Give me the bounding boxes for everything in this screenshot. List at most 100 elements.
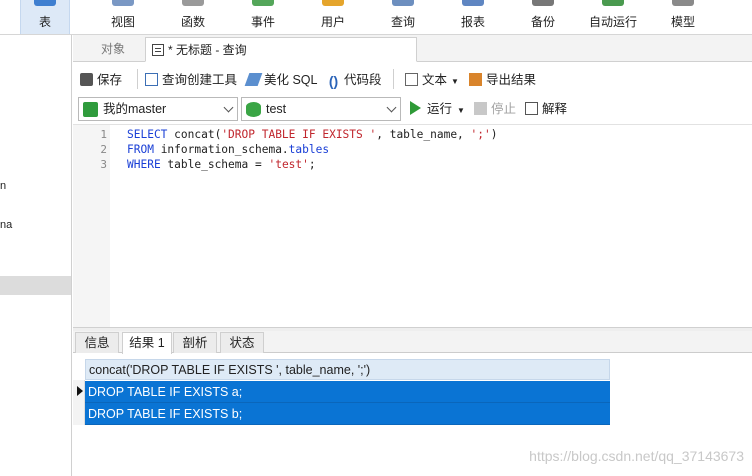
document-tabs: 对象 * 无标题 - 查询 (73, 35, 752, 62)
keyword: FROM (127, 143, 154, 156)
text-doc-icon (405, 73, 418, 86)
chevron-down-icon (386, 102, 397, 113)
tab-objects[interactable]: 对象 (83, 37, 143, 62)
model-icon (672, 0, 694, 6)
table-row[interactable]: DROP TABLE IF EXISTS b; (85, 403, 610, 425)
text-label: 文本 (422, 73, 448, 87)
current-row-arrow-icon (77, 386, 83, 396)
tab-query[interactable]: * 无标题 - 查询 (145, 37, 417, 62)
tree-item-fragment[interactable]: n (0, 180, 6, 192)
explain-icon (525, 102, 538, 115)
ribbon-model-button[interactable]: 模型 (658, 0, 708, 34)
code-text: concat( (167, 128, 222, 141)
run-button[interactable]: 运行 ▼ (410, 100, 465, 118)
code-text: information_schema. (153, 143, 289, 156)
backup-icon (532, 0, 554, 6)
table-row[interactable]: DROP TABLE IF EXISTS a; (85, 381, 610, 403)
table-icon (34, 0, 56, 6)
ribbon-toolbar: 表 视图 函数 事件 用户 查询 报表 备份 自动运行 模型 (0, 0, 752, 35)
user-icon (322, 0, 344, 6)
connection-bar: 我的master test 运行 ▼ 停止 解释 (73, 95, 752, 123)
snippet-label: 代码段 (344, 73, 382, 87)
code-line-3[interactable]: WHERE table_schema = 'test'; (127, 158, 316, 171)
ribbon-backup-button[interactable]: 备份 (518, 0, 568, 34)
connection-icon (83, 102, 98, 117)
server-value: 我的master (103, 102, 167, 116)
code-text: ; (308, 158, 316, 171)
keyword: WHERE (127, 158, 161, 171)
export-icon (469, 73, 482, 86)
automation-icon (602, 0, 624, 6)
tab-profile[interactable]: 剖析 (173, 332, 217, 353)
code-text: , table_name, (376, 128, 471, 141)
ribbon-function-button[interactable]: 函数 (168, 0, 218, 34)
code-line-1[interactable]: SELECT concat('DROP TABLE IF EXISTS ', t… (127, 128, 498, 141)
ribbon-table-button[interactable]: 表 (20, 0, 70, 34)
play-icon (410, 101, 421, 115)
query-builder-label: 查询创建工具 (162, 73, 238, 87)
tree-selected-item[interactable] (0, 276, 71, 295)
string-literal: 'DROP TABLE IF EXISTS ' (221, 128, 377, 141)
stop-label: 停止 (491, 102, 517, 116)
toolbar-divider (137, 69, 138, 89)
query-doc-icon (152, 44, 164, 56)
view-icon (112, 0, 134, 6)
function-icon (182, 0, 204, 6)
export-label: 导出结果 (486, 73, 537, 87)
keyword: SELECT (127, 128, 168, 141)
line-number: 3 (100, 158, 107, 171)
line-number-gutter: 1 2 3 (73, 125, 110, 328)
query-toolbar: 保存 查询创建工具 美化 SQL () 代码段 文本 ▼ 导出结果 (73, 63, 752, 95)
server-select[interactable]: 我的master (78, 97, 238, 121)
ribbon-user-button[interactable]: 用户 (308, 0, 358, 34)
object-tree-panel[interactable]: n na (0, 35, 72, 476)
beautify-icon (244, 73, 263, 86)
database-value: test (266, 102, 287, 116)
line-number: 1 (100, 128, 107, 141)
string-literal: 'test' (268, 158, 309, 171)
watermark: https://blog.csdn.net/qq_37143673 (529, 448, 744, 464)
keyword: tables (288, 143, 330, 156)
report-icon (462, 0, 484, 6)
sql-editor[interactable]: 1 2 3 SELECT concat('DROP TABLE IF EXIST… (73, 124, 752, 328)
toolbar-divider (393, 69, 394, 89)
beautify-label: 美化 SQL (264, 73, 318, 87)
explain-label: 解释 (542, 102, 568, 116)
code-line-2[interactable]: FROM information_schema.tables (127, 143, 329, 156)
save-icon (80, 73, 93, 86)
result-tabs: 信息 结果 1 剖析 状态 (73, 331, 752, 354)
explain-button[interactable]: 解释 (525, 100, 567, 118)
run-label: 运行 (427, 102, 453, 116)
event-icon (252, 0, 274, 6)
string-literal: ';' (470, 128, 491, 141)
ribbon-automation-button[interactable]: 自动运行 (583, 0, 643, 34)
save-label: 保存 (97, 73, 123, 87)
tab-info[interactable]: 信息 (75, 332, 119, 353)
ribbon-query-button[interactable]: 查询 (378, 0, 428, 34)
ribbon-event-button[interactable]: 事件 (238, 0, 288, 34)
beautify-sql-button[interactable]: 美化 SQL (244, 71, 318, 89)
line-number: 2 (100, 143, 107, 156)
ribbon-report-button[interactable]: 报表 (448, 0, 498, 34)
parentheses-icon: () (328, 73, 339, 89)
ribbon-view-button[interactable]: 视图 (98, 0, 148, 34)
column-header[interactable]: concat('DROP TABLE IF EXISTS ', table_na… (85, 359, 610, 380)
tree-item-fragment[interactable]: na (0, 219, 12, 231)
dropdown-arrow-icon: ▼ (457, 106, 465, 115)
query-builder-button[interactable]: 查询创建工具 (145, 71, 237, 89)
tab-status[interactable]: 状态 (220, 332, 264, 353)
query-builder-icon (145, 73, 158, 86)
stop-icon (474, 102, 487, 115)
dropdown-arrow-icon: ▼ (451, 77, 459, 86)
database-icon (246, 102, 261, 117)
save-button[interactable]: 保存 (80, 71, 122, 89)
database-select[interactable]: test (241, 97, 401, 121)
chevron-down-icon (223, 102, 234, 113)
code-snippet-button[interactable]: () 代码段 (327, 71, 382, 89)
tab-result-1[interactable]: 结果 1 (122, 332, 172, 354)
text-mode-dropdown[interactable]: 文本 ▼ (405, 71, 459, 89)
stop-button[interactable]: 停止 (474, 100, 516, 118)
tab-query-label: * 无标题 - 查询 (168, 43, 247, 57)
export-results-button[interactable]: 导出结果 (469, 71, 536, 89)
code-text: ) (490, 128, 498, 141)
